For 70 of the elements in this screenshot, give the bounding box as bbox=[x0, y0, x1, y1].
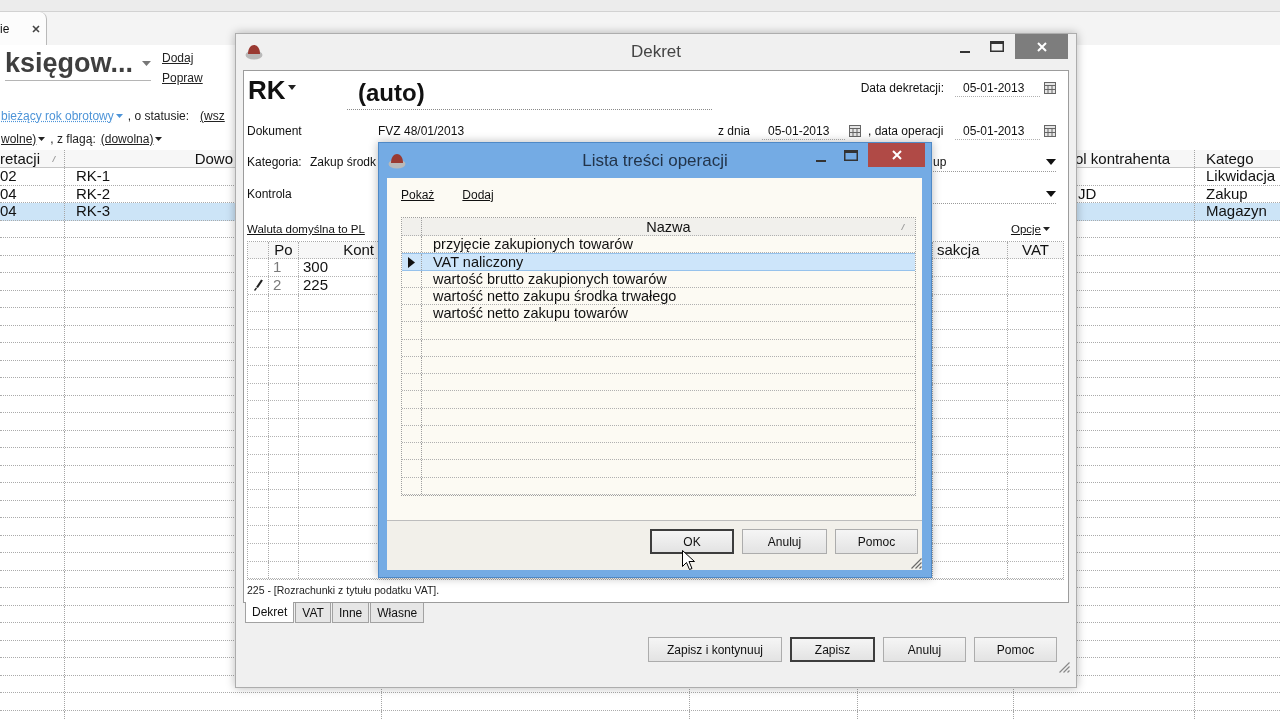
filter-dropdown[interactable]: (dowolna) bbox=[100, 131, 163, 146]
filter-label: , z flagą: bbox=[50, 131, 96, 146]
caret-icon bbox=[142, 60, 151, 66]
action-link[interactable]: Dodaj bbox=[162, 51, 194, 65]
table-cell: 04 bbox=[0, 203, 17, 220]
table-cell: 04 bbox=[0, 185, 17, 202]
maximize-icon[interactable] bbox=[844, 150, 858, 161]
list-item[interactable]: wartość netto zakupu środka trwałego bbox=[402, 287, 915, 305]
grid-cell: 300 bbox=[303, 259, 329, 276]
table-cell: 02 bbox=[0, 168, 17, 185]
column-header: Dowo bbox=[194, 150, 233, 167]
action-link[interactable]: Popraw bbox=[162, 71, 203, 85]
column-header: Po bbox=[274, 242, 293, 258]
close-icon bbox=[1036, 41, 1047, 52]
sort-indicator-icon bbox=[52, 155, 56, 162]
close-button[interactable] bbox=[868, 143, 925, 167]
app-logo-icon bbox=[388, 152, 406, 169]
resize-grip-icon[interactable] bbox=[911, 558, 922, 569]
grid-cell: 1 bbox=[273, 259, 282, 276]
field-label: Dokument bbox=[247, 124, 303, 138]
table-cell: Likwidacja bbox=[1206, 168, 1276, 185]
caret-icon bbox=[38, 136, 46, 141]
close-icon[interactable] bbox=[32, 24, 40, 33]
column-header: VAT bbox=[1022, 242, 1049, 258]
list-item[interactable]: wartość netto zakupu towarów bbox=[402, 305, 915, 323]
app-logo-icon bbox=[245, 44, 263, 60]
close-icon bbox=[891, 150, 902, 160]
window-title: Dekret bbox=[630, 42, 682, 62]
table-cell: RK-3 bbox=[76, 203, 111, 220]
column-header: Nazwa bbox=[646, 218, 691, 235]
dialog-button[interactable]: Pomoc bbox=[835, 529, 918, 554]
dropdown-arrow-icon bbox=[1046, 158, 1056, 165]
dropdown-arrow-icon bbox=[1046, 190, 1056, 197]
caret-icon bbox=[1043, 227, 1050, 231]
document-tab[interactable]: ie bbox=[0, 12, 47, 45]
field-label: z dnia bbox=[718, 124, 752, 138]
table-cell: Zakup bbox=[1206, 185, 1248, 202]
row-pointer-icon bbox=[408, 256, 415, 268]
list-item[interactable]: wartość brutto zakupionych towarów bbox=[402, 270, 915, 288]
field-label: Kontrola bbox=[247, 187, 293, 201]
toolbar-link[interactable]: Dodaj bbox=[462, 188, 494, 202]
table-cell: JD bbox=[1078, 185, 1097, 202]
filter-link[interactable]: (wsz bbox=[200, 108, 225, 123]
caret-icon bbox=[155, 136, 163, 141]
table-cell: RK-1 bbox=[76, 168, 111, 185]
column-header: retacji bbox=[0, 150, 40, 167]
cursor-icon bbox=[682, 550, 695, 570]
grid-cell: 2 bbox=[273, 277, 282, 294]
table-cell: RK-2 bbox=[76, 185, 111, 202]
toolbar-link[interactable]: Pokaż bbox=[401, 188, 435, 202]
column-header: Kont bbox=[343, 242, 374, 258]
register-dropdown[interactable]: księgow... bbox=[5, 46, 151, 81]
sort-indicator-icon bbox=[901, 223, 905, 230]
column-header: Katego bbox=[1206, 150, 1254, 167]
filter-dropdown[interactable]: wolne) bbox=[1, 131, 46, 146]
account-description: 225 - [Rozrachunki z tytułu podatku VAT]. bbox=[247, 584, 441, 597]
grid-cell: 225 bbox=[303, 277, 329, 294]
filter-label: , o statusie: bbox=[127, 108, 190, 123]
window-title: Lista treści operacji bbox=[582, 150, 728, 171]
field-label: Kategoria: bbox=[247, 155, 303, 169]
caret-icon bbox=[115, 113, 123, 118]
list-item[interactable]: VAT naliczony bbox=[402, 253, 915, 271]
caret-icon bbox=[287, 85, 296, 90]
dialog-button[interactable]: OK bbox=[650, 529, 734, 554]
field-label: , data operacji bbox=[868, 124, 945, 138]
dialog-button[interactable]: Anuluj bbox=[742, 529, 827, 554]
pencil-icon bbox=[253, 279, 263, 292]
column-header: sakcja bbox=[937, 242, 980, 258]
table-cell: Magazyn bbox=[1206, 203, 1267, 220]
field-label: Data dekretacji: bbox=[860, 81, 944, 95]
